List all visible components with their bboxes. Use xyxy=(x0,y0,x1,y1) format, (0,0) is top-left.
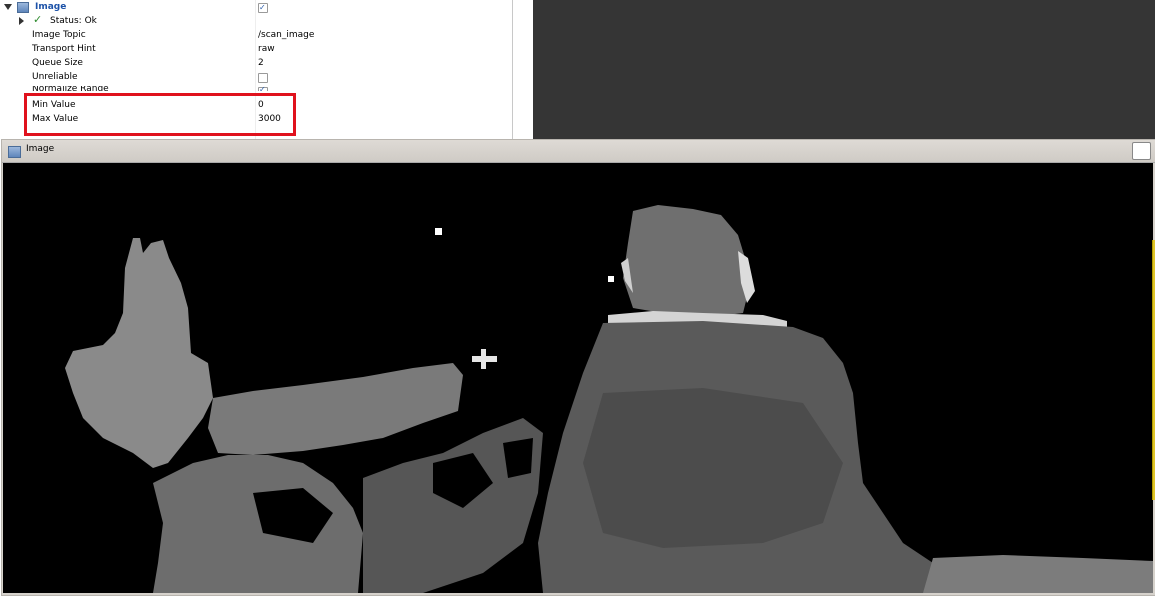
image-panel-title: Image xyxy=(26,144,55,154)
status-ok-icon: ✓ xyxy=(33,13,43,26)
depth-image xyxy=(3,163,1153,593)
image-topic-value[interactable]: /scan_image xyxy=(258,28,314,42)
property-key: Unreliable xyxy=(32,72,78,82)
image-display-row[interactable]: Image xyxy=(0,0,513,15)
highlight-box xyxy=(24,93,296,136)
expand-triangle-icon[interactable] xyxy=(19,17,24,25)
depth-image-render xyxy=(3,163,1153,593)
depth-speck xyxy=(435,228,442,235)
property-row-normalize-range[interactable]: Normalize Range xyxy=(0,86,513,91)
image-display-icon xyxy=(17,2,29,13)
property-row-unreliable[interactable]: Unreliable xyxy=(0,70,513,84)
collapse-triangle-icon[interactable] xyxy=(4,4,12,10)
depth-region-body-shading xyxy=(583,388,843,548)
crosshair-icon xyxy=(472,356,497,362)
property-row-queue-size[interactable]: Queue Size 2 xyxy=(0,56,513,70)
unreliable-checkbox[interactable] xyxy=(258,73,268,83)
display-name: Image xyxy=(35,2,67,12)
image-panel-icon xyxy=(8,146,21,158)
image-panel: Image xyxy=(1,139,1155,596)
property-key: Image Topic xyxy=(32,30,86,40)
property-row-image-topic[interactable]: Image Topic /scan_image xyxy=(0,28,513,42)
status-label: Status: Ok xyxy=(50,16,97,26)
property-key: Normalize Range xyxy=(32,86,109,91)
property-row-transport-hint[interactable]: Transport Hint raw xyxy=(0,42,513,56)
property-tree: Image ✓ Status: Ok Image Topic /scan_ima… xyxy=(0,0,513,139)
transport-hint-value[interactable]: raw xyxy=(258,42,275,56)
property-key: Transport Hint xyxy=(32,44,96,54)
image-panel-titlebar[interactable]: Image xyxy=(2,140,1155,163)
enabled-checkbox[interactable] xyxy=(258,1,268,15)
render-view[interactable] xyxy=(533,0,1155,139)
property-key: Queue Size xyxy=(32,58,83,68)
depth-speck xyxy=(608,276,614,282)
normalize-range-checkbox[interactable] xyxy=(258,86,268,91)
queue-size-value[interactable]: 2 xyxy=(258,56,264,70)
status-row[interactable]: ✓ Status: Ok xyxy=(0,13,513,28)
panel-float-button[interactable] xyxy=(1132,142,1151,160)
depth-region-right-floor xyxy=(923,555,1153,593)
splitter[interactable] xyxy=(513,0,533,139)
depth-gap xyxy=(503,438,533,478)
